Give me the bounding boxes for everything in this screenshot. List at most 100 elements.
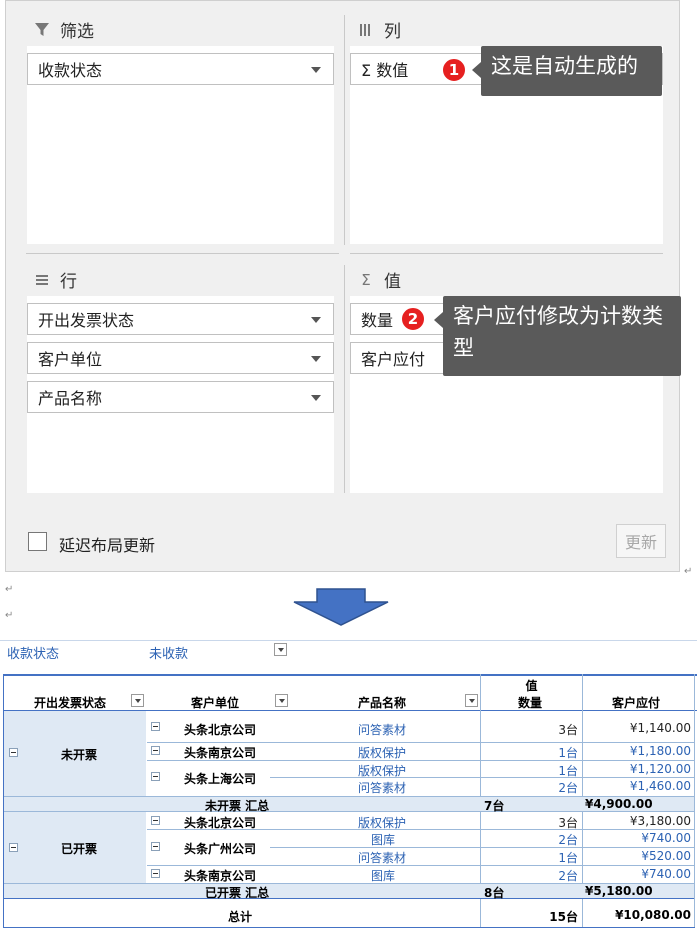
chevron-down-icon[interactable]	[311, 395, 321, 401]
header-dropdown-button[interactable]	[465, 694, 478, 707]
filters-title: 筛选	[60, 22, 94, 42]
defer-update-checkbox[interactable]	[28, 532, 47, 551]
collapse-icon[interactable]	[151, 746, 160, 755]
customer-cell: 头条广州公司	[184, 842, 257, 856]
header-dropdown-button[interactable]	[131, 694, 144, 707]
collapse-icon[interactable]	[9, 843, 18, 852]
header-quantity: 数量	[518, 696, 543, 710]
qty-cell: 1台	[558, 851, 578, 865]
divider	[344, 15, 345, 245]
qty-cell: 2台	[558, 781, 578, 795]
header-customer: 客户单位	[191, 696, 240, 710]
field-label: 客户应付	[361, 350, 426, 369]
collapse-icon[interactable]	[151, 772, 160, 781]
field-label: 收款状态	[38, 61, 103, 80]
chevron-down-icon[interactable]	[311, 67, 321, 73]
header-product: 产品名称	[358, 696, 407, 710]
step-badge-2: 2	[400, 306, 426, 332]
columns-title: 列	[384, 22, 401, 42]
collapse-icon[interactable]	[9, 748, 18, 757]
down-arrow-icon	[293, 588, 389, 626]
gridline	[4, 898, 694, 899]
field-label: 数量	[361, 311, 394, 330]
divider	[26, 253, 339, 254]
subtotal-label: 已开票 汇总	[205, 886, 270, 900]
qty-cell: 2台	[558, 833, 578, 847]
qty-cell: 3台	[558, 816, 578, 830]
pay-cell: ¥3,180.00	[629, 814, 691, 828]
qty-cell: 1台	[558, 764, 578, 778]
return-mark: ↵	[5, 584, 14, 595]
product-cell: 图库	[371, 833, 396, 847]
rows-icon	[36, 274, 48, 285]
filters-header: 筛选	[34, 17, 94, 42]
table-border	[3, 674, 697, 676]
header-dropdown-button[interactable]	[275, 694, 288, 707]
subtotal-pay: ¥5,180.00	[585, 884, 653, 898]
qty-cell: 2台	[558, 869, 578, 883]
subtotal-pay: ¥4,900.00	[585, 797, 653, 811]
group-invoice-status: 未开票	[61, 748, 98, 762]
customer-cell: 头条北京公司	[184, 816, 257, 830]
filter-icon	[35, 22, 49, 36]
collapse-icon[interactable]	[151, 722, 160, 731]
callout-2: 客户应付修改为计数类型	[434, 296, 681, 376]
columns-header: 列	[358, 17, 401, 42]
pivot-filter-label: 收款状态	[7, 647, 60, 662]
pay-cell: ¥1,460.00	[629, 779, 691, 793]
collapse-icon[interactable]	[151, 869, 160, 878]
rows-header: 行	[34, 267, 77, 292]
customer-cell: 头条北京公司	[184, 723, 257, 737]
gridline	[694, 674, 695, 928]
subtotal-qty: 7台	[484, 799, 505, 813]
product-cell: 版权保护	[358, 746, 407, 760]
gridline	[147, 865, 694, 866]
row-field-invoice-status[interactable]: 开出发票状态	[27, 303, 334, 335]
table-border	[4, 927, 695, 928]
field-label: 开出发票状态	[38, 311, 135, 330]
grand-total-qty: 15台	[549, 910, 578, 924]
group-invoice-status: 已开票	[61, 842, 98, 856]
field-label: 客户单位	[38, 350, 103, 369]
collapse-icon[interactable]	[151, 816, 160, 825]
pay-cell: ¥1,120.00	[629, 762, 691, 776]
pivot-fields-pane: 筛选 收款状态 列 Σ 数值 行 开出发票状态 客户单位 产品名称 Σ 值 数量	[5, 0, 681, 572]
rows-title: 行	[60, 272, 77, 292]
chevron-down-icon[interactable]	[311, 317, 321, 323]
qty-cell: 3台	[558, 723, 578, 737]
defer-update-label: 延迟布局更新	[59, 536, 156, 555]
subtotal-qty: 8台	[484, 886, 505, 900]
customer-cell: 头条南京公司	[184, 869, 257, 883]
step-badge-1: 1	[441, 57, 467, 83]
product-cell: 图库	[371, 869, 396, 883]
filter-dropdown-button[interactable]	[274, 643, 287, 656]
grand-total-pay: ¥10,080.00	[615, 908, 691, 922]
gridline	[0, 640, 697, 641]
return-mark: ↵	[684, 566, 693, 577]
divider	[344, 265, 345, 493]
qty-cell: 1台	[558, 746, 578, 760]
header-invoice-status: 开出发票状态	[34, 696, 107, 710]
filter-field-collection-status[interactable]: 收款状态	[27, 53, 334, 85]
grand-total-label: 总计	[228, 910, 253, 924]
row-field-customer[interactable]: 客户单位	[27, 342, 334, 374]
chevron-down-icon[interactable]	[311, 356, 321, 362]
callout-1: 这是自动生成的	[472, 46, 662, 96]
collapse-icon[interactable]	[151, 842, 160, 851]
product-cell: 问答素材	[358, 781, 407, 795]
gridline	[4, 811, 694, 812]
field-label: 产品名称	[38, 389, 103, 408]
product-cell: 版权保护	[358, 764, 407, 778]
pay-cell: ¥520.00	[641, 849, 691, 863]
update-button[interactable]: 更新	[616, 524, 666, 558]
gridline	[147, 742, 694, 743]
divider	[350, 253, 663, 254]
values-header: Σ 值	[358, 267, 401, 293]
header-payable: 客户应付	[612, 696, 661, 710]
row-field-product[interactable]: 产品名称	[27, 381, 334, 413]
values-caption: 值	[525, 679, 538, 693]
values-title: 值	[384, 272, 401, 292]
pay-cell: ¥740.00	[641, 831, 691, 845]
customer-cell: 头条南京公司	[184, 746, 257, 760]
pay-cell: ¥1,180.00	[629, 744, 691, 758]
